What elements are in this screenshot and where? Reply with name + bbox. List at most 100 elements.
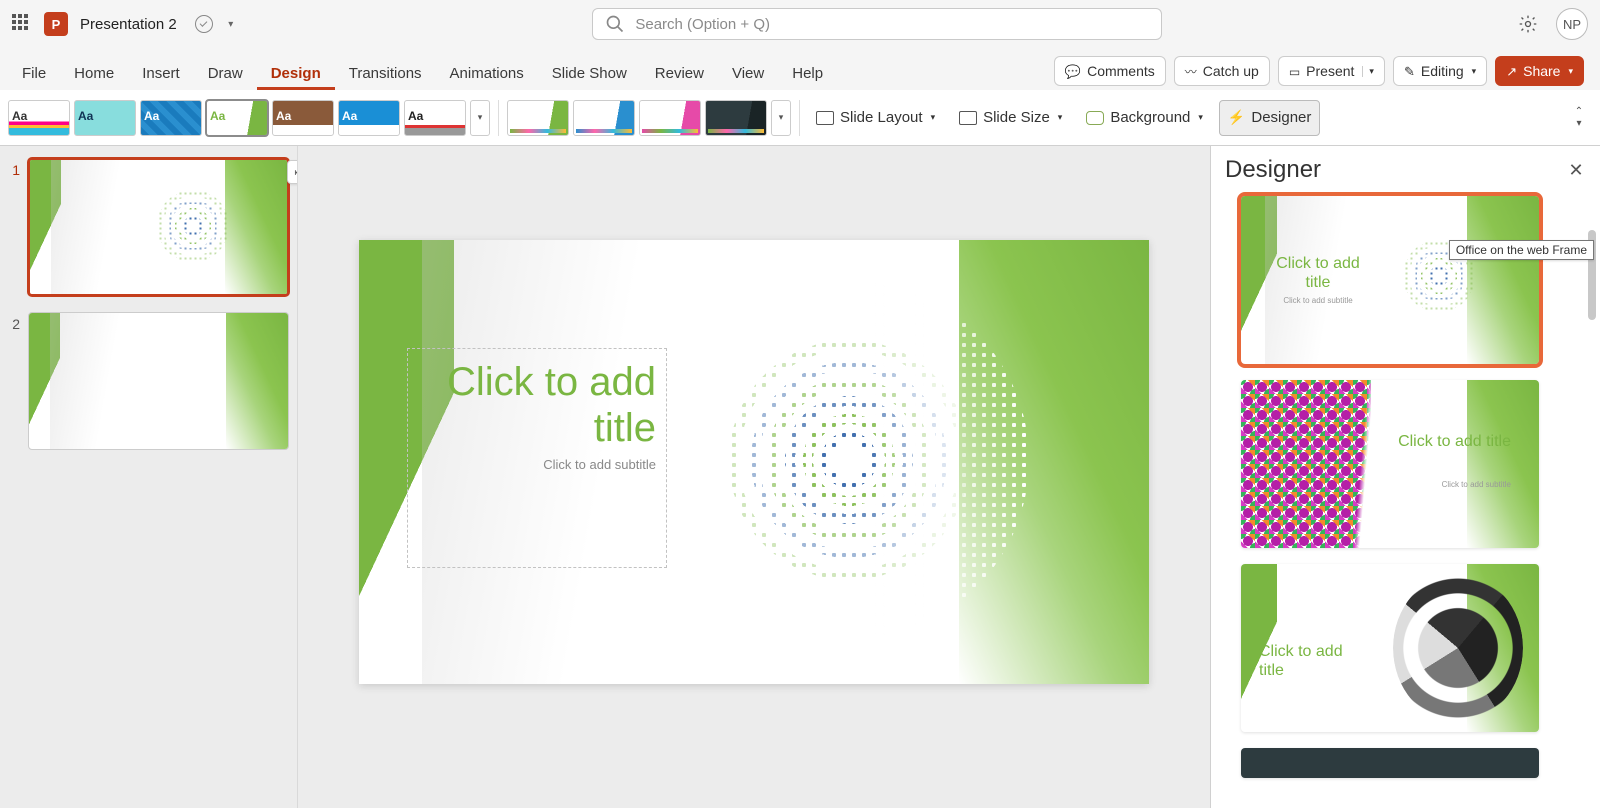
designer-label: Designer [1251,109,1311,126]
title-dropdown-icon[interactable]: ▾ [225,19,237,30]
share-dropdown-icon[interactable]: ▾ [1568,66,1573,77]
slide-number: 2 [8,312,20,450]
title-placeholder[interactable]: Click to add title Click to add subtitle [407,348,667,568]
catchup-icon [1185,63,1197,80]
chevron-down-icon: ▾ [931,112,936,123]
background-label: Background [1110,109,1190,126]
slide-row: 2 [8,312,289,450]
tab-help[interactable]: Help [778,55,837,90]
present-button[interactable]: Present ▾ [1278,56,1385,86]
design-suggestion-2[interactable]: Click to add title Click to add subtitle [1241,380,1539,548]
slide-size-label: Slide Size [983,109,1050,126]
title-bar: P Presentation 2 ▾ NP [0,0,1600,48]
editing-mode-button[interactable]: Editing ▾ [1393,56,1487,86]
app-launcher-icon[interactable] [12,14,32,34]
collapse-panel-icon[interactable]: ⇤ [287,160,298,184]
tab-draw[interactable]: Draw [194,55,257,90]
slide-editor[interactable]: Click to add title Click to add subtitle [298,146,1210,808]
theme-thumb[interactable]: Aa [338,100,400,136]
theme-thumb[interactable]: Aa [140,100,202,136]
tab-file[interactable]: File [8,55,60,90]
card-title: Click to add title [1263,254,1373,292]
present-icon [1289,63,1300,79]
user-avatar[interactable]: NP [1556,8,1588,40]
card-subtitle: Click to add subtitle [1263,296,1373,305]
pixel-art-graphic [1241,380,1371,548]
search-icon [605,14,625,34]
background-button[interactable]: Background ▾ [1078,100,1211,136]
theme-thumb[interactable]: Aa [272,100,334,136]
close-icon[interactable]: ✕ [1566,160,1586,180]
document-title[interactable]: Presentation 2 [80,16,177,33]
comments-button[interactable]: Comments [1054,56,1166,86]
slide-row: 1 [8,158,289,296]
editing-label: Editing [1421,63,1464,79]
variant-thumb[interactable] [507,100,569,136]
tab-view[interactable]: View [718,55,778,90]
tab-review[interactable]: Review [641,55,718,90]
dotted-circle-graphic [669,280,1029,640]
variants-gallery: ▾ [507,100,800,136]
design-suggestion-4[interactable] [1241,748,1539,778]
card-title: Click to add title [1259,642,1369,680]
pencil-icon [1404,63,1415,80]
theme-thumb[interactable]: Aa [74,100,136,136]
present-label: Present [1306,63,1354,79]
designer-pane: Designer ✕ Office on the web Frame Click… [1210,146,1600,808]
share-label: Share [1523,63,1560,79]
variants-more-icon[interactable]: ▾ [771,100,791,136]
comment-icon [1065,63,1081,80]
design-suggestion-1[interactable]: Click to add title Click to add subtitle [1241,196,1539,364]
share-button[interactable]: Share ▾ [1495,56,1584,86]
editing-dropdown-icon[interactable]: ▾ [1472,66,1477,77]
designer-suggestions-list[interactable]: Click to add title Click to add subtitle… [1211,190,1600,808]
chevron-down-icon: ▾ [1198,112,1203,123]
tab-insert[interactable]: Insert [128,55,194,90]
design-ribbon: Aa Aa Aa Aa Aa Aa Aa ▾ ▾ Slide Layout▾ S… [0,90,1600,146]
tab-home[interactable]: Home [60,55,128,90]
catch-up-button[interactable]: Catch up [1174,56,1270,86]
designer-title: Designer [1225,156,1321,184]
powerpoint-icon: P [44,12,68,36]
themes-more-icon[interactable]: ▾ [470,100,490,136]
tab-slideshow[interactable]: Slide Show [538,55,641,90]
slide-canvas[interactable]: Click to add title Click to add subtitle [359,240,1149,684]
theme-thumb[interactable]: Aa [404,100,466,136]
tab-animations[interactable]: Animations [436,55,538,90]
slide-size-button[interactable]: Slide Size▾ [951,100,1070,136]
subtitle-text[interactable]: Click to add subtitle [418,457,656,472]
share-icon [1506,63,1517,80]
tooltip: Office on the web Frame [1449,240,1594,260]
catchup-label: Catch up [1203,63,1259,79]
settings-icon[interactable] [1518,14,1538,34]
variant-thumb[interactable] [573,100,635,136]
designer-icon: ⚡ [1228,109,1245,126]
slide-thumbnail-panel: ⇤ 1 2 [0,146,298,808]
slide-number: 1 [8,158,20,296]
theme-thumb-selected[interactable]: Aa [206,100,268,136]
slide-thumbnail-1[interactable] [28,158,289,296]
ribbon-tabs: File Home Insert Draw Design Transitions… [0,48,1600,90]
work-area: ⇤ 1 2 Click to add title Click to add su… [0,146,1600,808]
ribbon-overflow-icon[interactable]: ⌃▾ [1572,106,1592,129]
saved-to-cloud-icon[interactable] [195,15,213,33]
theme-thumb[interactable]: Aa [8,100,70,136]
present-dropdown-icon[interactable]: ▾ [1362,66,1374,77]
search-box[interactable] [592,8,1162,40]
size-icon [959,111,977,125]
search-input[interactable] [635,16,1149,33]
swirl-graphic [1393,574,1523,722]
slide-thumbnail-2[interactable] [28,312,289,450]
comments-label: Comments [1087,63,1155,79]
background-icon [1086,111,1104,125]
designer-button[interactable]: ⚡ Designer [1219,100,1320,136]
tab-design[interactable]: Design [257,55,335,90]
variant-thumb[interactable] [639,100,701,136]
tab-transitions[interactable]: Transitions [335,55,436,90]
themes-gallery: Aa Aa Aa Aa Aa Aa Aa ▾ [8,100,499,136]
card-subtitle: Click to add subtitle [1391,480,1511,489]
design-suggestion-3[interactable]: Click to add title [1241,564,1539,732]
slide-layout-button[interactable]: Slide Layout▾ [808,100,943,136]
title-text[interactable]: Click to add title [418,359,656,451]
variant-thumb[interactable] [705,100,767,136]
